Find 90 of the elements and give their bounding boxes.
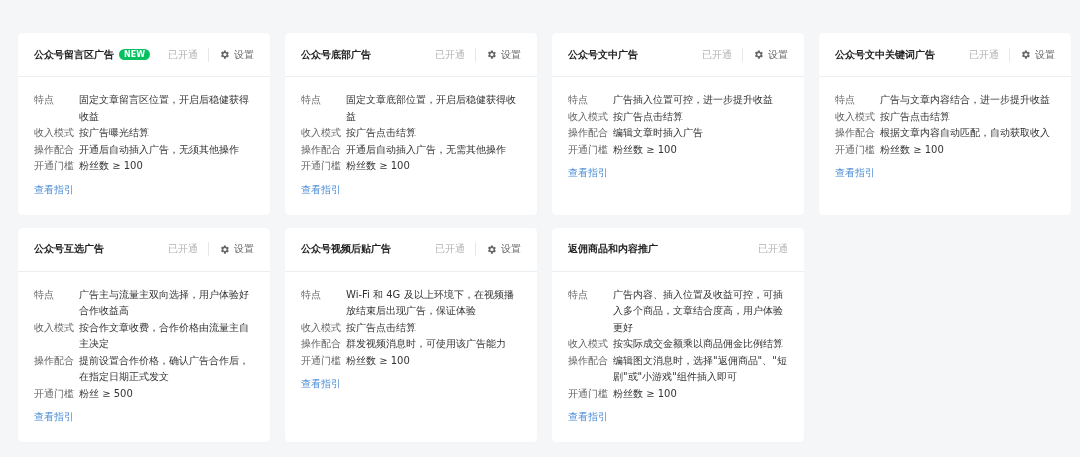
settings-button[interactable]: 设置: [219, 242, 254, 256]
status-label: 已开通: [435, 47, 465, 62]
settings-icon: [486, 49, 497, 60]
field-value: 按广告点击结算: [346, 126, 417, 140]
field-label: 开通门槛: [34, 386, 75, 401]
field-value: 按广告点击结算: [346, 320, 417, 335]
status-label: 已开通: [758, 242, 788, 256]
field-value: 粉丝数 ≥ 100: [613, 386, 678, 401]
field-label: 收入模式: [301, 126, 342, 140]
field-label: 收入模式: [34, 126, 75, 140]
card-title: 公众号互选广告: [34, 242, 104, 256]
field-label: 特点: [301, 287, 322, 302]
guide-link[interactable]: 查看指引: [301, 377, 341, 391]
field-label: 操作配合: [301, 142, 342, 157]
field-label: 操作配合: [34, 142, 75, 157]
settings-button[interactable]: 设置: [753, 47, 788, 62]
field-value: 编辑图文消息时，选择"返佣商品"、"短剧"或"小游戏"组件插入即可: [613, 353, 788, 384]
field-label: 特点: [301, 93, 322, 107]
field-value: 粉丝数 ≥ 100: [880, 142, 945, 157]
settings-button[interactable]: 设置: [486, 242, 521, 256]
settings-button[interactable]: 设置: [486, 47, 521, 62]
settings-icon: [486, 243, 497, 255]
field-value: 广告与文章内容结合，进一步提升收益: [880, 93, 1051, 107]
field-value: 开通后自动插入广告，无须其他操作: [79, 142, 240, 157]
field-label: 收入模式: [568, 109, 609, 124]
guide-link[interactable]: 查看指引: [568, 410, 608, 424]
field-value: 提前设置合作价格，确认广告合作后，在指定日期正式发文: [79, 353, 250, 384]
field-value: Wi-Fi 和 4G 及以上环境下，在视频播放结束后出现广告，保证体验: [346, 287, 515, 318]
field-value: 固定文章留言区位置，开启后稳健获得收益: [79, 93, 250, 124]
card-title: 公众号留言区广告: [34, 47, 114, 62]
field-label: 特点: [34, 287, 55, 302]
field-label: 收入模式: [301, 320, 342, 335]
card-title: 公众号底部广告: [301, 47, 371, 62]
field-label: 操作配合: [301, 337, 342, 351]
field-label: 特点: [568, 93, 589, 107]
field-label: 特点: [34, 93, 55, 107]
settings-icon: [219, 243, 230, 255]
field-value: 广告插入位置可控，进一步提升收益: [613, 93, 774, 107]
field-value: 固定文章底部位置，开启后稳健获得收益: [346, 93, 517, 124]
new-badge: NEW: [119, 49, 150, 60]
status-label: 已开通: [702, 47, 732, 62]
field-label: 开通门槛: [568, 142, 609, 157]
field-value: 按实际成交金额乘以商品佣金比例结算: [613, 337, 784, 351]
guide-link[interactable]: 查看指引: [835, 166, 875, 180]
status-label: 已开通: [435, 242, 465, 256]
status-label: 已开通: [168, 242, 198, 256]
field-value: 群发视频消息时，可使用该广告能力: [346, 337, 507, 351]
field-value: 按广告曝光结算: [79, 126, 150, 140]
field-value: 粉丝数 ≥ 100: [346, 159, 411, 173]
field-value: 按合作文章收费，合作价格由流量主自主决定: [79, 320, 250, 351]
field-label: 收入模式: [34, 320, 75, 335]
field-label: 特点: [835, 93, 856, 107]
settings-icon: [219, 49, 230, 60]
card-title: 公众号视频后贴广告: [301, 242, 391, 256]
field-value: 按广告点击结算: [613, 109, 684, 124]
field-label: 特点: [568, 287, 589, 302]
field-label: 开通门槛: [301, 353, 342, 368]
card-title: 公众号文中广告: [568, 47, 638, 62]
card-title: 公众号文中关键词广告: [835, 47, 935, 62]
field-label: 操作配合: [568, 353, 609, 368]
guide-link[interactable]: 查看指引: [34, 410, 74, 424]
field-value: 广告主与流量主双向选择，用户体验好合作收益高: [79, 287, 250, 318]
field-value: 根据文章内容自动匹配，自动获取收入: [880, 126, 1051, 140]
settings-icon: [753, 49, 764, 60]
field-value: 粉丝数 ≥ 100: [613, 142, 678, 157]
status-label: 已开通: [969, 47, 999, 62]
card-title: 返佣商品和内容推广: [568, 242, 658, 256]
field-value: 按广告点击结算: [880, 109, 951, 124]
field-value: 粉丝数 ≥ 100: [346, 353, 411, 368]
field-label: 操作配合: [568, 126, 609, 140]
settings-icon: [1020, 49, 1031, 60]
field-value: 开通后自动插入广告，无需其他操作: [346, 142, 507, 157]
field-value: 广告内容、插入位置及收益可控，可插入多个商品，文章结合度高，用户体验更好: [613, 287, 784, 335]
field-label: 操作配合: [835, 126, 876, 140]
field-label: 开通门槛: [301, 159, 342, 173]
settings-button[interactable]: 设置: [219, 47, 254, 62]
field-value: 编辑文章时插入广告: [613, 126, 704, 140]
field-value: 粉丝数 ≥ 100: [79, 159, 144, 173]
guide-link[interactable]: 查看指引: [301, 182, 341, 197]
status-label: 已开通: [168, 47, 198, 62]
field-label: 收入模式: [835, 109, 876, 124]
field-label: 开通门槛: [568, 386, 609, 401]
guide-link[interactable]: 查看指引: [568, 166, 608, 180]
field-value: 粉丝 ≥ 500: [79, 386, 134, 401]
field-label: 开通门槛: [835, 142, 876, 157]
field-label: 收入模式: [568, 337, 609, 351]
settings-button[interactable]: 设置: [1020, 47, 1055, 62]
field-label: 操作配合: [34, 353, 75, 368]
field-label: 开通门槛: [34, 159, 75, 173]
guide-link[interactable]: 查看指引: [34, 182, 74, 197]
